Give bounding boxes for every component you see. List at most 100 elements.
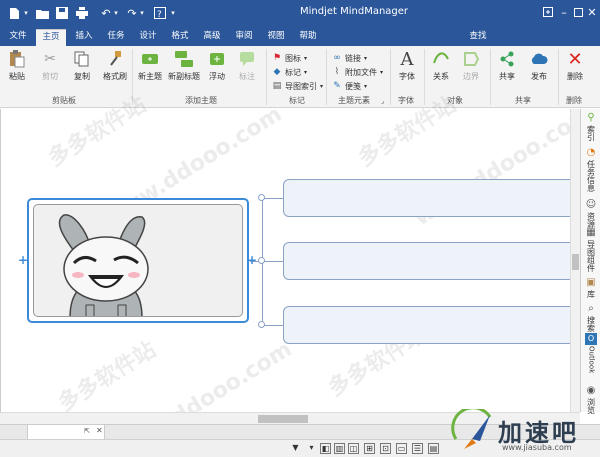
boundary-button[interactable]: 边界 (458, 50, 484, 82)
zoom-fit-icon[interactable]: ⊡ (380, 443, 391, 454)
publish-button[interactable]: 发布 (526, 50, 552, 82)
presentation-icon[interactable]: ▭ (396, 443, 407, 454)
new-subtopic-button[interactable]: 新副标题 (168, 50, 200, 82)
delete-label: 删除 (567, 72, 583, 81)
layout-icon[interactable]: ▥ (334, 443, 345, 454)
close-tab-icon[interactable]: ✕ (96, 426, 103, 435)
map-index-icon: ▤ (272, 81, 282, 91)
callout-button[interactable]: 标注 (236, 50, 258, 82)
pin-icon[interactable]: ⇱ (84, 427, 90, 435)
copy-icon (72, 50, 92, 68)
tab-home[interactable]: 主页 (36, 29, 66, 46)
tab-advanced[interactable]: 高级 (200, 29, 224, 46)
print-icon[interactable] (74, 4, 90, 22)
tab-file[interactable]: 文件 (4, 29, 32, 46)
tab-task[interactable]: 任务 (104, 29, 128, 46)
tab-review[interactable]: 审阅 (232, 29, 256, 46)
new-doc-icon[interactable] (6, 4, 22, 22)
undo-dropdown-icon[interactable]: ▾ (112, 4, 120, 22)
panel-tab-map-parts[interactable]: ▦ 导图组件 (583, 227, 599, 274)
new-subtopic-icon (174, 50, 194, 68)
paste-button[interactable]: 粘贴 (6, 50, 28, 82)
app-title: Mindjet MindManager (300, 6, 409, 17)
link-button[interactable]: ∞ 链接 ▾ (332, 52, 367, 64)
view-icon[interactable]: ◧ (320, 443, 331, 454)
attach-file-button[interactable]: ⌇ 附加文件 ▾ (332, 66, 383, 78)
paste-icon (7, 50, 27, 68)
clock-icon: ◔ (586, 147, 596, 158)
svg-text:?: ? (157, 10, 162, 19)
expand-left-icon[interactable]: + (18, 253, 28, 267)
outline-icon[interactable]: ☰ (412, 443, 423, 454)
filter-icon[interactable]: ▼ (290, 443, 301, 454)
open-folder-icon[interactable] (34, 4, 50, 22)
panel-tab-resources[interactable]: ☺ 资源 (583, 199, 599, 230)
chevron-down-icon: ▾ (304, 54, 308, 62)
map-index-button[interactable]: ▤ 导图索引 ▾ (272, 80, 323, 92)
subtopic[interactable] (283, 179, 583, 217)
focus-icon[interactable]: ◫ (348, 443, 359, 454)
delete-button[interactable]: ✕ 删除 (562, 48, 588, 82)
tab-format[interactable]: 格式 (168, 29, 192, 46)
floating-topic-button[interactable]: 浮动 (206, 50, 228, 82)
horizontal-scroll-thumb[interactable] (258, 415, 308, 423)
relationship-button[interactable]: 关系 (428, 50, 454, 82)
panel-tab-task-info[interactable]: ◔ 任务信息 (583, 147, 599, 194)
callout-icon (237, 50, 257, 68)
collapse-knob[interactable] (258, 257, 265, 264)
panel-tab-library[interactable]: ▣ 库 (583, 277, 599, 300)
vertical-scroll-thumb[interactable] (572, 254, 579, 270)
subtopic[interactable] (283, 306, 583, 344)
font-button[interactable]: A 字体 (394, 49, 420, 82)
scissors-icon: ✂ (44, 51, 56, 67)
gantt-icon[interactable]: ▤ (428, 443, 439, 454)
chevron-down-icon: ▾ (320, 82, 324, 90)
vertical-scrollbar[interactable] (570, 109, 580, 412)
paste-label: 粘贴 (9, 72, 25, 81)
new-topic-button[interactable]: 新主题 (136, 50, 164, 82)
panel-tab-outlook[interactable]: O Outlook (583, 333, 599, 375)
connector-line (262, 325, 283, 326)
note-button[interactable]: ✎ 便笺 ▾ (332, 80, 367, 92)
panel-tab-index[interactable]: ⚲ 索引 (583, 112, 599, 143)
customize-toolbar-icon[interactable]: ▾ (168, 4, 178, 22)
search-button[interactable]: 查找 (466, 29, 490, 46)
tab-view[interactable]: 视图 (264, 29, 288, 46)
icon-marker-button[interactable]: ⚑ 图标 ▾ (272, 52, 307, 64)
tab-design[interactable]: 设计 (136, 29, 160, 46)
format-painter-label: 格式刷 (103, 72, 127, 81)
format-painter-button[interactable]: 格式刷 (100, 50, 130, 82)
chevron-down-icon[interactable]: ▾ (306, 443, 317, 454)
help-icon[interactable]: ? (152, 4, 168, 22)
dialog-launcher-icon[interactable]: ⌟ (381, 95, 384, 107)
new-dropdown-icon[interactable]: ▾ (22, 4, 30, 22)
tab-insert[interactable]: 插入 (72, 29, 96, 46)
copy-button[interactable]: 复制 (70, 50, 94, 82)
subtopic[interactable] (283, 242, 583, 280)
redo-dropdown-icon[interactable]: ▾ (138, 4, 146, 22)
fit-map-icon[interactable]: ⊞ (364, 443, 375, 454)
tab-help[interactable]: 帮助 (296, 29, 320, 46)
rocket-logo-icon (451, 409, 492, 449)
tag-marker-button[interactable]: ◆ 标记 ▾ (272, 66, 307, 78)
expand-right-icon[interactable]: + (247, 253, 257, 267)
close-icon[interactable]: ✕ (584, 4, 600, 20)
icon-marker-label: 图标 (285, 53, 301, 63)
central-topic[interactable] (27, 198, 249, 323)
callout-label: 标注 (239, 72, 255, 81)
delete-x-icon: ✕ (567, 48, 583, 70)
share-button[interactable]: 共享 (494, 50, 520, 82)
panel-tab-search[interactable]: ⌕ 搜索 (583, 303, 599, 334)
floating-topic-icon (207, 50, 227, 68)
save-icon[interactable] (54, 4, 70, 22)
document-tab[interactable]: ⇱ ✕ (27, 425, 105, 440)
cut-button[interactable]: ✂ 剪切 (38, 50, 62, 82)
share-label: 共享 (499, 72, 515, 81)
collapse-knob[interactable] (258, 194, 265, 201)
separator (424, 49, 425, 105)
collapse-knob[interactable] (258, 321, 265, 328)
ribbon-display-icon[interactable] (540, 4, 556, 20)
side-panel: ⚲ 索引 ◔ 任务信息 ☺ 资源 ▦ 导图组件 ▣ 库 ⌕ 搜索 O Outlo… (580, 109, 600, 414)
link-icon: ∞ (333, 53, 341, 63)
chevron-down-icon: ▾ (364, 54, 368, 62)
